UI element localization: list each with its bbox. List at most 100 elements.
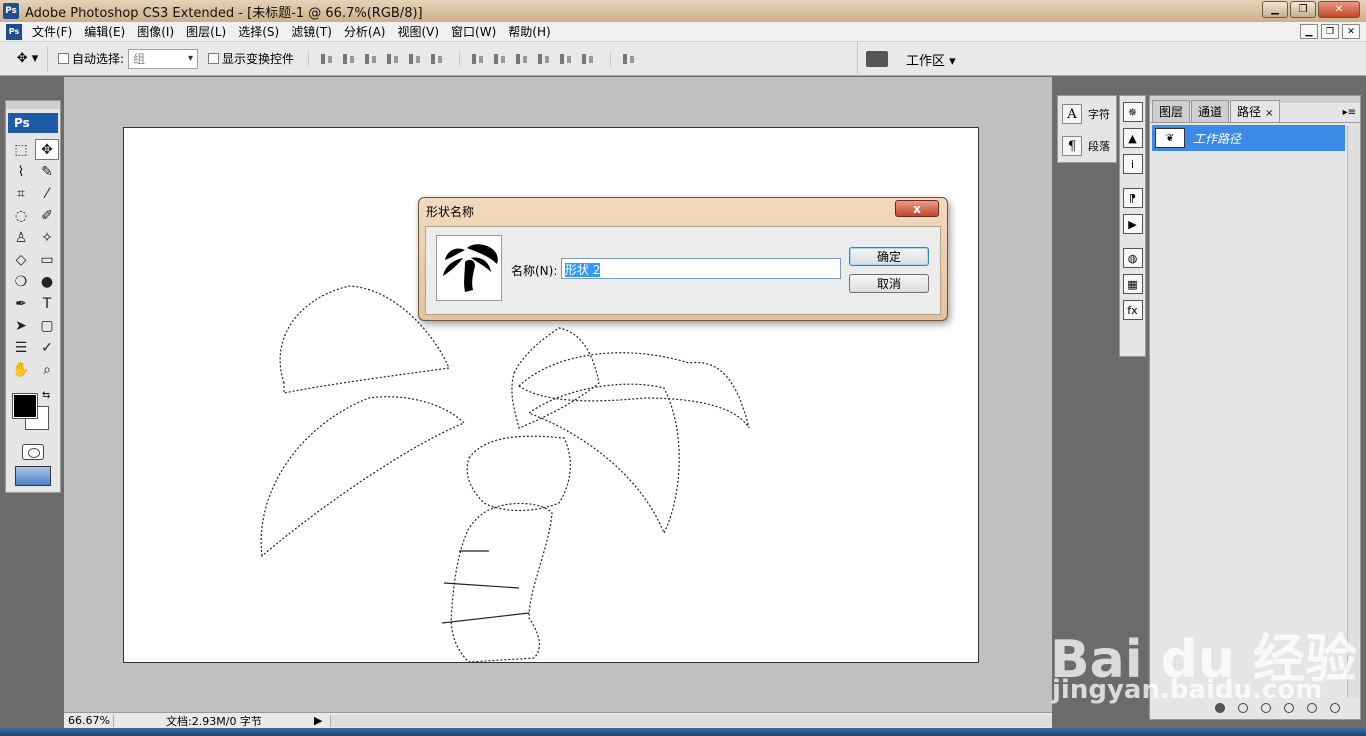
- zoom-level[interactable]: 66.67%: [64, 714, 114, 727]
- workspace-label[interactable]: 工作区 ▾: [906, 50, 956, 69]
- panel-menu-icon[interactable]: ▸≡: [1343, 107, 1356, 118]
- menu-filter[interactable]: 滤镜(T): [285, 23, 338, 40]
- shape-name-value: 形状 2: [565, 263, 601, 277]
- auto-select-dropdown[interactable]: 组: [128, 48, 199, 69]
- paragraph-label[interactable]: 段落: [1088, 138, 1110, 154]
- screen-mode-icon[interactable]: [15, 466, 51, 486]
- paragraph-icon[interactable]: ¶: [1062, 136, 1082, 156]
- distribute-vcenter-icon[interactable]: [492, 51, 508, 67]
- menu-select[interactable]: 选择(S): [232, 23, 285, 40]
- navigator-icon[interactable]: ✵: [1122, 102, 1143, 122]
- marquee-tool-icon[interactable]: ⬚: [9, 139, 33, 160]
- distribute-hcenter-icon[interactable]: [558, 51, 574, 67]
- quick-mask-icon[interactable]: [22, 444, 44, 460]
- menu-image[interactable]: 图像(I): [131, 23, 180, 40]
- menu-layer[interactable]: 图层(L): [180, 23, 232, 40]
- menu-analysis[interactable]: 分析(A): [338, 23, 392, 40]
- distribute-left-icon[interactable]: [536, 51, 552, 67]
- align-top-icon[interactable]: [319, 51, 335, 67]
- align-vcenter-icon[interactable]: [341, 51, 357, 67]
- magic-wand-tool-icon[interactable]: ✎: [35, 161, 59, 182]
- cancel-button[interactable]: 取消: [849, 274, 929, 293]
- character-icon[interactable]: A: [1062, 104, 1082, 124]
- fill-path-icon[interactable]: [1215, 703, 1225, 713]
- hand-tool-icon[interactable]: ✋: [9, 359, 33, 380]
- pen-tool-icon[interactable]: ✒: [9, 293, 33, 314]
- distribute-right-icon[interactable]: [580, 51, 596, 67]
- character-panel-row[interactable]: A 字符: [1058, 100, 1116, 128]
- eraser-tool-icon[interactable]: ◇: [9, 249, 33, 270]
- tab-paths[interactable]: 路径 ×: [1230, 100, 1281, 122]
- new-path-icon[interactable]: [1307, 703, 1317, 713]
- slice-tool-icon[interactable]: ⁄: [35, 183, 59, 204]
- tab-close-icon[interactable]: ×: [1265, 108, 1273, 119]
- dialog-close-button[interactable]: x: [895, 200, 939, 217]
- status-menu-arrow-icon[interactable]: ▶: [314, 714, 322, 727]
- brush-tool-icon[interactable]: ✐: [35, 205, 59, 226]
- align-right-icon[interactable]: [429, 51, 445, 67]
- auto-align-layers-icon[interactable]: [621, 51, 637, 67]
- align-bottom-icon[interactable]: [363, 51, 379, 67]
- panel-icon-column: ✵ ▲ i ⁋ ▶ ◍ ▦ fx: [1119, 95, 1146, 357]
- menu-window[interactable]: 窗口(W): [445, 23, 502, 40]
- character-label[interactable]: 字符: [1088, 106, 1110, 122]
- eyedropper-tool-icon[interactable]: ✓: [35, 337, 59, 358]
- path-list-item[interactable]: ❦ 工作路径: [1152, 125, 1345, 151]
- doc-restore-button[interactable]: ❐: [1321, 24, 1339, 39]
- minimize-button[interactable]: ▁: [1262, 1, 1288, 18]
- clone-stamp-tool-icon[interactable]: ♙: [9, 227, 33, 248]
- align-hcenter-icon[interactable]: [407, 51, 423, 67]
- actions-icon[interactable]: ▶: [1122, 214, 1143, 234]
- history-brush-tool-icon[interactable]: ✧: [35, 227, 59, 248]
- shape-tool-icon[interactable]: ▢: [35, 315, 59, 336]
- zoom-tool-icon[interactable]: ⌕: [35, 359, 59, 380]
- swatches-icon[interactable]: ▦: [1122, 274, 1143, 294]
- styles-icon[interactable]: fx: [1122, 300, 1143, 320]
- maximize-button[interactable]: ❐: [1290, 1, 1316, 18]
- distribute-bottom-icon[interactable]: [514, 51, 530, 67]
- color-icon[interactable]: ◍: [1122, 248, 1143, 268]
- show-transform-checkbox[interactable]: [208, 53, 220, 64]
- gradient-tool-icon[interactable]: ▭: [35, 249, 59, 270]
- doc-minimize-button[interactable]: ▁: [1300, 24, 1318, 39]
- histogram-icon[interactable]: ▲: [1122, 128, 1143, 148]
- document-icon[interactable]: Ps: [6, 23, 22, 40]
- path-selection-tool-icon[interactable]: ➤: [9, 315, 33, 336]
- menu-file[interactable]: 文件(F): [26, 23, 78, 40]
- distribute-top-icon[interactable]: [470, 51, 486, 67]
- healing-brush-tool-icon[interactable]: ◌: [9, 205, 33, 226]
- workspace-switcher[interactable]: 工作区 ▾: [857, 42, 956, 76]
- lasso-tool-icon[interactable]: ⌇: [9, 161, 33, 182]
- doc-close-button[interactable]: ✕: [1342, 24, 1360, 39]
- align-left-icon[interactable]: [385, 51, 401, 67]
- tab-channels[interactable]: 通道: [1191, 100, 1230, 122]
- blur-tool-icon[interactable]: ❍: [9, 271, 33, 292]
- history-icon[interactable]: ⁋: [1122, 188, 1143, 208]
- paragraph-panel-row[interactable]: ¶ 段落: [1058, 132, 1116, 160]
- delete-path-icon[interactable]: [1330, 703, 1340, 713]
- foreground-color[interactable]: [12, 393, 38, 419]
- stroke-path-icon[interactable]: [1238, 703, 1248, 713]
- move-tool-preset-icon[interactable]: ✥ ▾: [8, 45, 48, 72]
- info-icon[interactable]: i: [1122, 154, 1143, 174]
- swap-colors-icon[interactable]: ⇆: [42, 390, 50, 401]
- type-tool-icon[interactable]: T: [35, 293, 59, 314]
- load-selection-icon[interactable]: [1261, 703, 1271, 713]
- bridge-icon[interactable]: [866, 51, 888, 67]
- notes-tool-icon[interactable]: ☰: [9, 337, 33, 358]
- close-window-button[interactable]: ✕: [1318, 1, 1360, 18]
- move-tool-icon[interactable]: ✥: [35, 139, 59, 160]
- crop-tool-icon[interactable]: ⌗: [9, 183, 33, 204]
- auto-select-checkbox[interactable]: [58, 53, 69, 64]
- toolbox-header[interactable]: [6, 101, 60, 109]
- menu-help[interactable]: 帮助(H): [502, 23, 556, 40]
- menu-view[interactable]: 视图(V): [391, 23, 445, 40]
- ok-button[interactable]: 确定: [849, 247, 929, 266]
- tab-layers[interactable]: 图层: [1152, 100, 1191, 122]
- dodge-tool-icon[interactable]: ●: [35, 271, 59, 292]
- make-work-path-icon[interactable]: [1284, 703, 1294, 713]
- shape-name-input[interactable]: 形状 2: [561, 258, 841, 279]
- menu-edit[interactable]: 编辑(E): [78, 23, 131, 40]
- horizontal-scrollbar[interactable]: [330, 714, 1052, 727]
- paths-panel-scrollbar[interactable]: [1347, 126, 1359, 698]
